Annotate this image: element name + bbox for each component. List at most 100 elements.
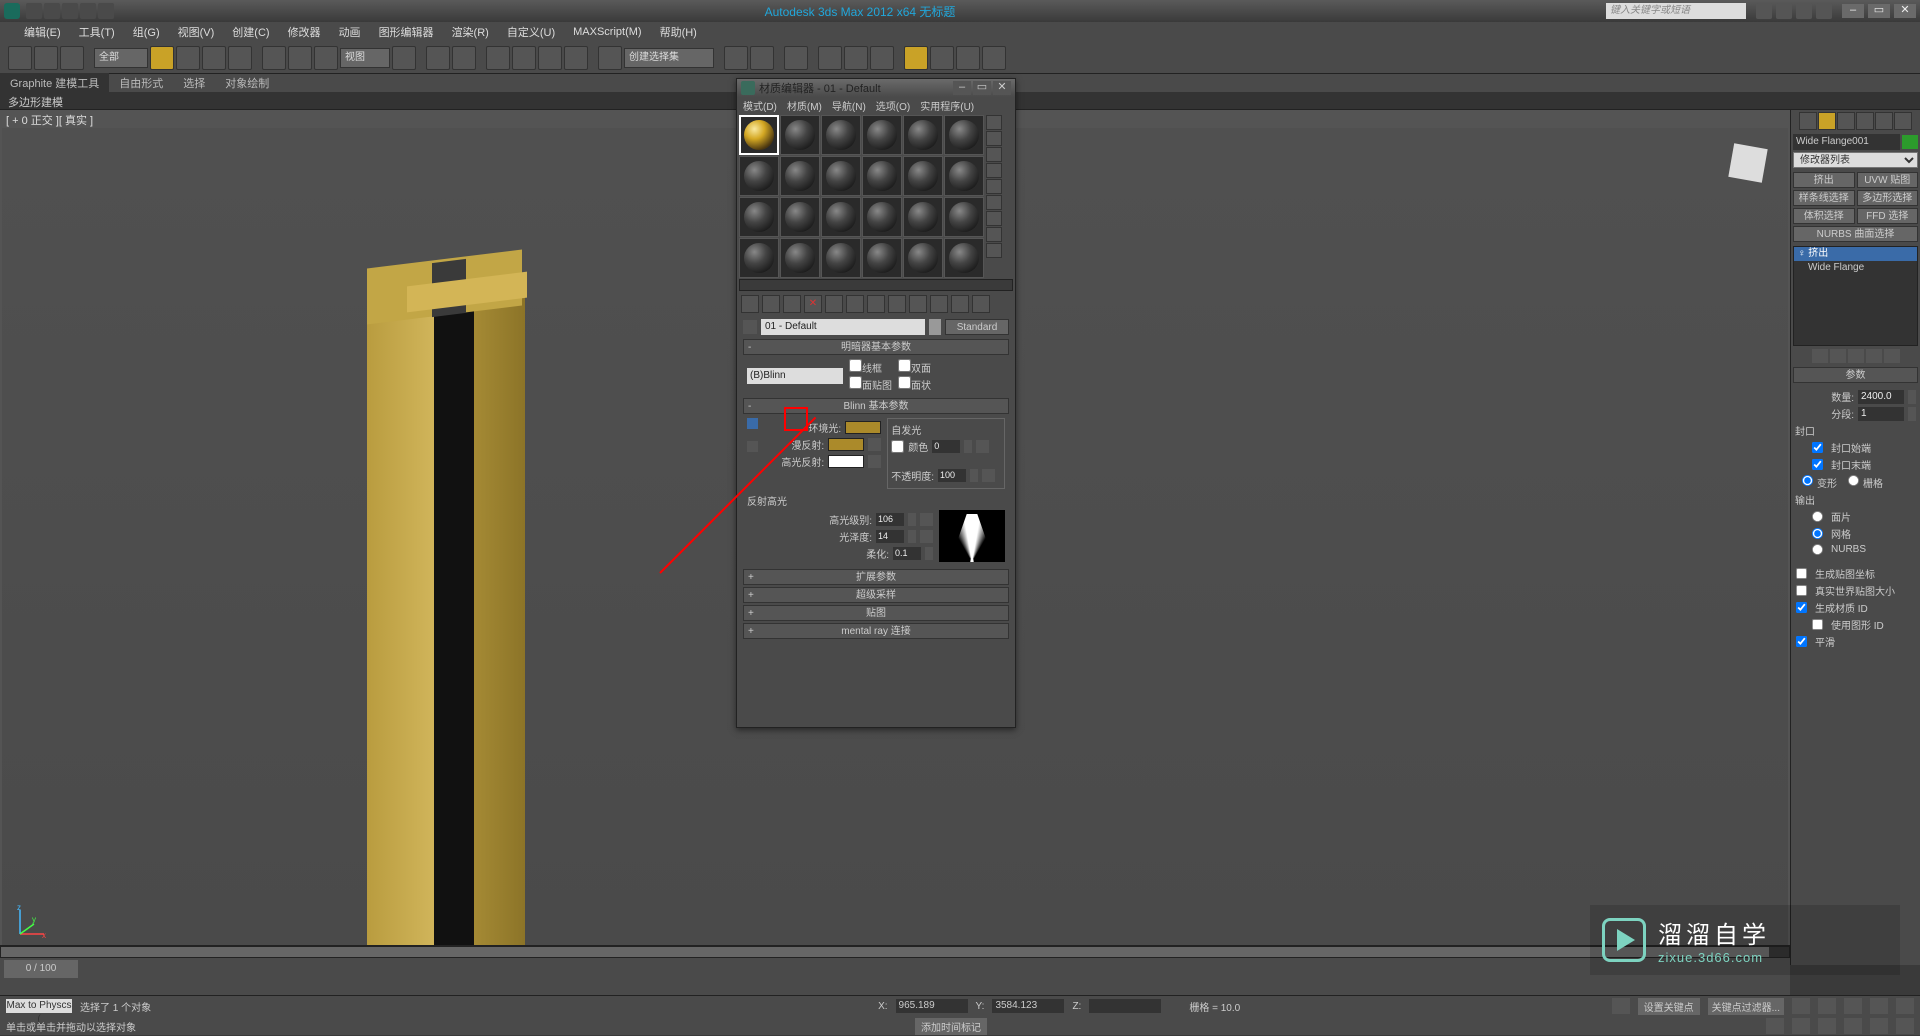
infocenter-key-icon[interactable] (1776, 3, 1792, 19)
nav-goto-end-icon[interactable] (1896, 998, 1914, 1014)
opacity-map-button[interactable] (982, 469, 995, 482)
curve-editor-icon[interactable] (818, 46, 842, 70)
infocenter-star-icon[interactable] (1796, 3, 1812, 19)
manipulate-icon[interactable] (426, 46, 450, 70)
maps-rollout-head[interactable]: 贴图 (743, 605, 1009, 621)
panel-utilities-icon[interactable] (1894, 112, 1912, 130)
facemap-checkbox[interactable] (849, 376, 862, 389)
nav-goto-start-icon[interactable] (1792, 998, 1810, 1014)
amount-spinner[interactable] (1908, 390, 1916, 404)
assign-to-selection-icon[interactable] (783, 295, 801, 313)
panel-motion-icon[interactable] (1856, 112, 1874, 130)
nav-arc-icon[interactable] (1792, 1018, 1810, 1034)
material-slot-2[interactable] (780, 115, 820, 155)
selfillum-color-checkbox[interactable] (891, 440, 904, 453)
shader-dropdown[interactable]: (B)Blinn (747, 368, 843, 384)
nav-pan-icon[interactable] (1766, 1018, 1784, 1034)
panel-hierarchy-icon[interactable] (1837, 112, 1855, 130)
material-name-dropdown[interactable] (929, 319, 941, 335)
me-menu-material[interactable]: 材质(M) (787, 98, 822, 113)
ribbon-tab-paint[interactable]: 对象绘制 (215, 73, 279, 93)
spinner-snap-icon[interactable] (564, 46, 588, 70)
schematic-view-icon[interactable] (844, 46, 868, 70)
diffuse-map-button[interactable] (868, 438, 881, 451)
grid-radio[interactable] (1848, 475, 1859, 486)
material-editor-titlebar[interactable]: 材质编辑器 - 01 - Default – ▭ ✕ (737, 79, 1015, 97)
gloss-map-button[interactable] (920, 530, 933, 543)
shader-rollout-head[interactable]: 明暗器基本参数 (743, 339, 1009, 355)
qat-new-icon[interactable] (26, 3, 42, 19)
mod-btn-spline-sel[interactable]: 样条线选择 (1793, 190, 1855, 206)
nav-zoom-icon[interactable] (1818, 1018, 1836, 1034)
material-slot-7[interactable] (739, 156, 779, 196)
menu-tools[interactable]: 工具(T) (79, 24, 115, 40)
nav-prev-frame-icon[interactable] (1818, 998, 1836, 1014)
unlink-icon[interactable] (34, 46, 58, 70)
y-coord-field[interactable]: 3584.123 (992, 999, 1064, 1013)
viewport-hscrollbar[interactable] (0, 946, 1790, 958)
keyboard-shortcut-icon[interactable] (452, 46, 476, 70)
spec-level-spinner[interactable] (908, 513, 916, 526)
mod-btn-extrude[interactable]: 挤出 (1793, 172, 1855, 188)
soften-spinner[interactable] (925, 547, 933, 560)
stack-pin-icon[interactable] (1812, 349, 1828, 363)
ambient-color-swatch[interactable] (845, 421, 881, 434)
rotate-icon[interactable] (288, 46, 312, 70)
modifier-list-dropdown[interactable]: 修改器列表 (1793, 152, 1918, 168)
menu-help[interactable]: 帮助(H) (660, 24, 697, 40)
cap-end-checkbox[interactable] (1812, 459, 1823, 470)
mesh-radio[interactable] (1812, 528, 1823, 539)
material-slot-3[interactable] (821, 115, 861, 155)
stack-unique-icon[interactable] (1848, 349, 1864, 363)
mod-btn-nurbs-sel[interactable]: NURBS 曲面选择 (1793, 226, 1918, 242)
smooth-checkbox[interactable] (1796, 636, 1807, 647)
menu-modifiers[interactable]: 修改器 (288, 24, 321, 40)
app-icon[interactable] (4, 3, 20, 19)
object-color-swatch[interactable] (1902, 135, 1918, 149)
qat-redo-icon[interactable] (98, 3, 114, 19)
material-slot-17[interactable] (903, 197, 943, 237)
material-slot-11[interactable] (903, 156, 943, 196)
selection-filter-dropdown[interactable]: 全部 (94, 48, 148, 68)
me-menu-options[interactable]: 选项(O) (876, 98, 910, 113)
selfillum-field[interactable]: 0 (932, 440, 960, 453)
ribbon-tab-graphite[interactable]: Graphite 建模工具 (0, 73, 109, 93)
material-slot-8[interactable] (780, 156, 820, 196)
mod-btn-ffd-sel[interactable]: FFD 选择 (1857, 208, 1919, 224)
mod-btn-vol-sel[interactable]: 体积选择 (1793, 208, 1855, 224)
me-menu-mode[interactable]: 模式(D) (743, 98, 777, 113)
material-slot-12[interactable] (944, 156, 984, 196)
extended-rollout-head[interactable]: 扩展参数 (743, 569, 1009, 585)
qat-undo-icon[interactable] (80, 3, 96, 19)
ref-coord-dropdown[interactable]: 视图 (340, 48, 390, 68)
material-slot-4[interactable] (862, 115, 902, 155)
reset-map-icon[interactable]: ✕ (804, 295, 822, 313)
menu-views[interactable]: 视图(V) (178, 24, 215, 40)
infocenter-help-icon[interactable] (1816, 3, 1832, 19)
amount-field[interactable]: 2400.0 (1858, 390, 1904, 404)
mirror-icon[interactable] (724, 46, 748, 70)
material-name-field[interactable]: 01 - Default (761, 319, 925, 335)
twoside-checkbox[interactable] (898, 359, 911, 372)
genmat-checkbox[interactable] (1796, 602, 1807, 613)
nav-play-icon[interactable] (1844, 998, 1862, 1014)
menu-animation[interactable]: 动画 (339, 24, 361, 40)
material-slot-13[interactable] (739, 197, 779, 237)
align-icon[interactable] (750, 46, 774, 70)
opacity-spinner[interactable] (970, 469, 978, 482)
make-preview-icon[interactable] (986, 195, 1002, 210)
me-menu-navigation[interactable]: 导航(N) (832, 98, 866, 113)
pivot-icon[interactable] (392, 46, 416, 70)
material-slot-1[interactable] (739, 115, 779, 155)
material-slot-15[interactable] (821, 197, 861, 237)
teapot-icon[interactable] (982, 46, 1006, 70)
material-slot-10[interactable] (862, 156, 902, 196)
maximize-button[interactable]: ▭ (1868, 4, 1890, 18)
menu-maxscript[interactable]: MAXScript(M) (573, 26, 641, 38)
show-end-result-icon[interactable] (930, 295, 948, 313)
z-coord-field[interactable] (1089, 999, 1161, 1013)
panel-display-icon[interactable] (1875, 112, 1893, 130)
selfillum-map-button[interactable] (976, 440, 989, 453)
stack-configure-icon[interactable] (1884, 349, 1900, 363)
slots-scrollbar[interactable] (739, 279, 1013, 291)
